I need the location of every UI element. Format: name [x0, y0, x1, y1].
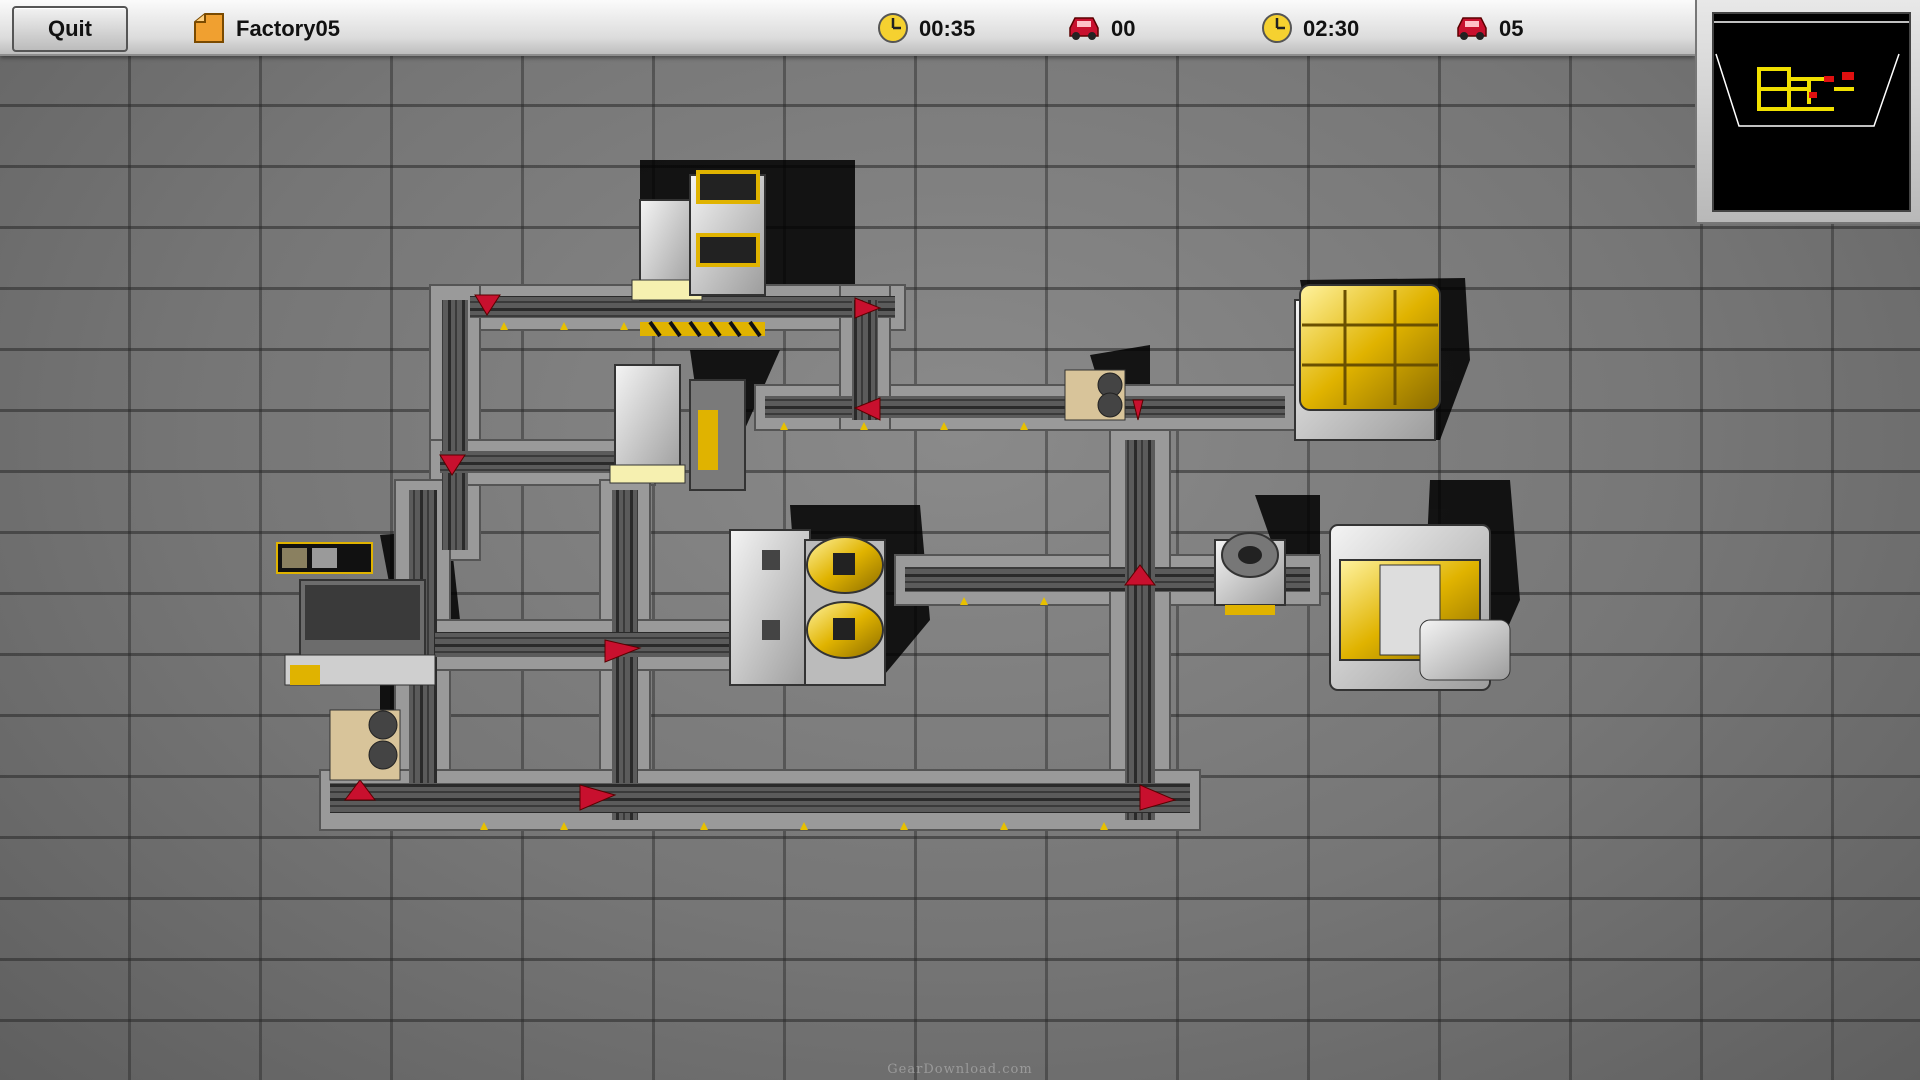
elapsed-time: 00:35	[919, 16, 976, 41]
car-icon	[1455, 14, 1489, 46]
wheel-robot-bottom	[329, 709, 401, 781]
quit-button[interactable]: Quit	[12, 6, 128, 52]
minimap-view[interactable]	[1712, 12, 1911, 212]
level-name: Factory05	[236, 16, 340, 41]
hud-bar: Quit Factory05 00:35 00 02:30 05	[0, 0, 1695, 56]
clock-icon	[1261, 12, 1293, 48]
spray-machine	[609, 364, 746, 491]
cars-built: 00	[1111, 16, 1136, 41]
tank-station	[729, 529, 886, 686]
watermark: GearDownload.com	[887, 1062, 1033, 1077]
minimap[interactable]	[1695, 0, 1920, 224]
car-icon	[1067, 14, 1101, 46]
clock-icon	[877, 12, 909, 48]
drum	[1214, 532, 1286, 615]
assembly-machine	[1329, 524, 1511, 691]
folder-icon	[193, 12, 225, 48]
warehouse	[1294, 284, 1441, 441]
time-limit: 02:30	[1303, 16, 1360, 41]
wheel-robot-top	[1064, 369, 1126, 421]
factory-scene	[276, 160, 1520, 831]
cars-target: 05	[1499, 16, 1524, 41]
